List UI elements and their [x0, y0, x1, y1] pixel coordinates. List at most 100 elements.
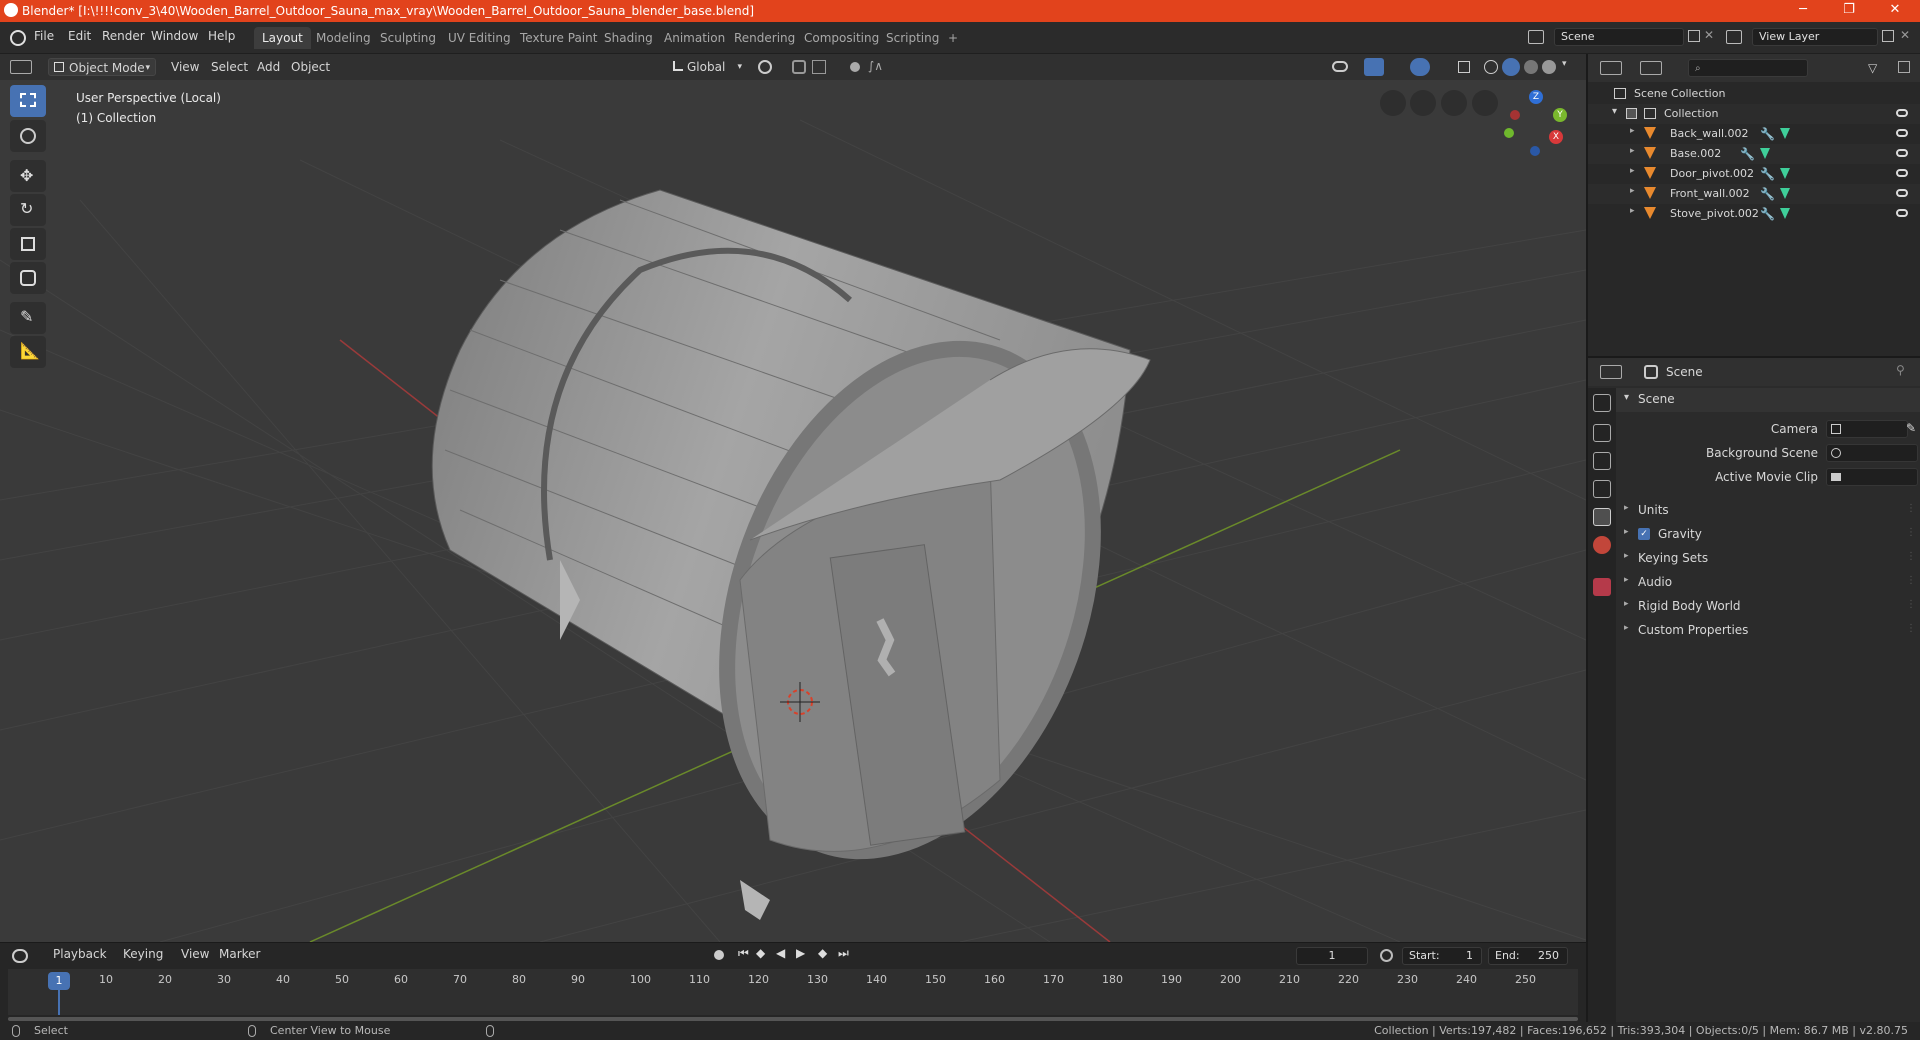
move-tool[interactable]: ✥ — [10, 160, 46, 192]
maximize-button[interactable]: ❐ — [1826, 0, 1872, 22]
prev-keyframe-icon[interactable]: ◆ — [756, 946, 765, 960]
outliner-editor-type-icon[interactable] — [1600, 61, 1622, 75]
properties-subpanel[interactable]: ▸ Rigid Body World ⋮⋮ — [1616, 594, 1920, 618]
wireframe-shading-icon[interactable] — [1484, 60, 1498, 74]
scene-selector-icon[interactable] — [1528, 30, 1544, 44]
drag-handle-icon[interactable]: ⋮⋮ — [1906, 527, 1920, 538]
timeline-scrollbar[interactable] — [8, 1017, 1578, 1021]
drag-handle-icon[interactable]: ⋮⋮ — [1906, 623, 1920, 634]
transform-tool[interactable] — [10, 262, 46, 294]
menu-file[interactable]: File — [34, 29, 54, 43]
tab-modeling[interactable]: Modeling — [308, 27, 379, 49]
mesh-data-icon[interactable] — [1780, 208, 1790, 219]
overlay-toggle-icon[interactable] — [1410, 58, 1430, 76]
drag-handle-icon[interactable]: ⋮⋮ — [1906, 551, 1920, 562]
mesh-data-icon[interactable] — [1780, 128, 1790, 139]
visibility-icon[interactable] — [1332, 61, 1348, 72]
gizmo-x-axis[interactable]: X — [1549, 130, 1563, 144]
end-frame-field[interactable]: End: 250 — [1488, 947, 1568, 965]
record-icon[interactable] — [714, 950, 724, 960]
world-tab-icon[interactable] — [1593, 536, 1611, 554]
chevron-down-icon[interactable]: ▾ — [1562, 59, 1567, 69]
gizmo-z-axis[interactable]: Z — [1529, 90, 1543, 104]
menu-add[interactable]: Add — [252, 58, 285, 76]
tab-scripting[interactable]: Scripting — [878, 27, 947, 49]
output-tab-icon[interactable] — [1593, 452, 1611, 470]
pan-view-hand-icon[interactable] — [1441, 90, 1467, 116]
eye-icon[interactable] — [1896, 129, 1908, 137]
outliner-object-row[interactable]: ▸ Back_wall.002 🔧 — [1588, 124, 1920, 144]
menu-object[interactable]: Object — [286, 58, 335, 76]
tab-compositing[interactable]: Compositing — [796, 27, 887, 49]
scene-field[interactable]: Scene — [1554, 28, 1684, 46]
outliner-object-row[interactable]: ▸ Door_pivot.002 🔧 — [1588, 164, 1920, 184]
outliner-collection[interactable]: ▾ Collection — [1588, 104, 1920, 124]
eye-icon[interactable] — [1896, 169, 1908, 177]
camera-view-icon[interactable] — [1410, 90, 1436, 116]
scale-tool[interactable] — [10, 228, 46, 260]
drag-handle-icon[interactable]: ⋮⋮ — [1906, 575, 1920, 586]
outliner-search-input[interactable]: ⌕ — [1688, 59, 1808, 77]
properties-subpanel[interactable]: ▸ Keying Sets ⋮⋮ — [1616, 546, 1920, 570]
properties-subpanel[interactable]: ▸ ✓ Gravity ⋮⋮ — [1616, 522, 1920, 546]
rendered-shading-icon[interactable] — [1542, 60, 1556, 74]
texture-tab-icon[interactable] — [1593, 578, 1611, 596]
falloff-icon[interactable]: ∫∧ — [868, 59, 883, 73]
playhead[interactable]: 1 — [48, 972, 70, 990]
play-icon[interactable]: ▶ — [796, 946, 805, 960]
xray-toggle-icon[interactable] — [1458, 61, 1470, 73]
rotate-tool[interactable]: ↻ — [10, 194, 46, 226]
properties-subpanel[interactable]: ▸ Units ⋮⋮ — [1616, 498, 1920, 522]
wrench-modifier-icon[interactable]: 🔧 — [1740, 147, 1755, 161]
material-shading-icon[interactable] — [1524, 60, 1538, 74]
gizmo-neg-z[interactable] — [1530, 146, 1540, 156]
new-view-layer-icon[interactable] — [1882, 30, 1894, 42]
preview-range-clock-icon[interactable] — [1380, 949, 1393, 962]
menu-edit[interactable]: Edit — [68, 29, 91, 43]
mode-dropdown[interactable]: Object Mode ▾ — [48, 58, 156, 76]
tab-sculpting[interactable]: Sculpting — [372, 27, 444, 49]
collapse-arrow-icon[interactable]: ▾ — [1612, 106, 1617, 117]
snap-icon[interactable] — [792, 60, 806, 74]
mesh-data-icon[interactable] — [1780, 188, 1790, 199]
start-frame-field[interactable]: Start: 1 — [1402, 947, 1482, 965]
tab-rendering[interactable]: Rendering — [726, 27, 803, 49]
editor-type-icon[interactable] — [10, 60, 32, 74]
pivot-point-icon[interactable] — [758, 60, 772, 74]
mesh-data-icon[interactable] — [1780, 168, 1790, 179]
outliner-scene-collection[interactable]: Scene Collection — [1588, 84, 1920, 104]
current-frame-field[interactable]: 1 — [1296, 947, 1368, 965]
add-workspace-button[interactable]: + — [940, 27, 966, 49]
gizmo-toggle-icon[interactable] — [1364, 58, 1384, 76]
tab-shading[interactable]: Shading — [596, 27, 661, 49]
expand-arrow-icon[interactable]: ▸ — [1630, 126, 1635, 136]
delete-view-layer-icon[interactable]: ✕ — [1900, 28, 1910, 42]
solid-shading-icon[interactable] — [1502, 58, 1520, 76]
navigation-gizmo[interactable]: Z Y X — [1500, 88, 1572, 164]
expand-arrow-icon[interactable]: ▸ — [1630, 186, 1635, 196]
view-layer-selector-icon[interactable] — [1726, 30, 1742, 44]
tool-tab-icon[interactable] — [1593, 394, 1611, 412]
expand-arrow-icon[interactable]: ▸ — [1630, 206, 1635, 216]
annotate-tool[interactable]: ✎ — [10, 302, 46, 334]
camera-field[interactable] — [1826, 420, 1908, 438]
jump-start-icon[interactable]: ⏮ — [738, 946, 749, 961]
drag-handle-icon[interactable]: ⋮⋮ — [1906, 599, 1920, 610]
tab-uv-editing[interactable]: UV Editing — [440, 27, 519, 49]
3d-viewport[interactable]: ✥ ↻ ✎ 📐 User Perspective (Local) (1) Col… — [0, 80, 1586, 942]
close-button[interactable]: ✕ — [1872, 0, 1918, 22]
view-layer-field[interactable]: View Layer — [1752, 28, 1878, 46]
collection-checkbox[interactable] — [1626, 108, 1637, 119]
mesh-data-icon[interactable] — [1760, 148, 1770, 159]
view-layer-tab-icon[interactable] — [1593, 480, 1611, 498]
blender-menu-icon[interactable] — [10, 30, 26, 46]
gravity-checkbox[interactable]: ✓ — [1638, 528, 1650, 540]
measure-tool[interactable]: 📐 — [10, 336, 46, 368]
menu-select[interactable]: Select — [206, 58, 253, 76]
zoom-view-icon[interactable] — [1472, 90, 1498, 116]
delete-scene-icon[interactable]: ✕ — [1704, 28, 1714, 42]
drag-handle-icon[interactable]: ⋮⋮ — [1906, 503, 1920, 514]
select-box-tool[interactable] — [10, 85, 46, 117]
next-keyframe-icon[interactable]: ◆ — [818, 946, 827, 960]
expand-arrow-icon[interactable]: ▸ — [1630, 146, 1635, 156]
